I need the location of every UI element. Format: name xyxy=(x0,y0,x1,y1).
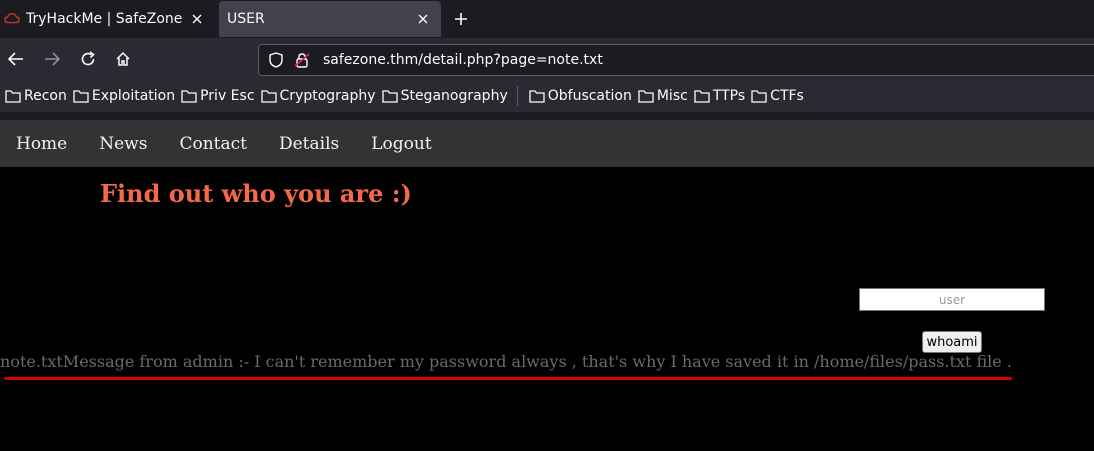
home-icon[interactable] xyxy=(111,47,135,71)
url-text: safezone.thm/detail.php?page=note.txt xyxy=(323,52,603,68)
folder-icon xyxy=(751,89,767,103)
folder-icon xyxy=(5,89,21,103)
nav-home[interactable]: Home xyxy=(0,134,83,154)
bookmark-misc[interactable]: Misc xyxy=(637,84,689,108)
bookmark-label: CTFs xyxy=(770,88,804,104)
bookmark-label: Priv Esc xyxy=(200,88,255,104)
tab-title: TryHackMe | SafeZone xyxy=(26,10,183,27)
nav-contact[interactable]: Contact xyxy=(163,134,263,154)
bookmark-recon[interactable]: Recon xyxy=(4,84,68,108)
folder-icon xyxy=(638,89,654,103)
bookmark-obfuscation[interactable]: Obfuscation xyxy=(528,84,633,108)
shield-icon[interactable] xyxy=(267,51,285,69)
toolbar-divider xyxy=(0,112,1094,120)
folder-icon xyxy=(181,89,197,103)
bookmark-label: Obfuscation xyxy=(547,88,632,104)
insecure-lock-icon[interactable] xyxy=(293,51,311,69)
folder-icon xyxy=(529,89,545,103)
folder-icon xyxy=(260,89,277,103)
site-navbar: Home News Contact Details Logout xyxy=(0,120,1094,167)
bookmark-cryptography[interactable]: Cryptography xyxy=(260,84,377,108)
note-message: note.txtMessage from admin :- I can't re… xyxy=(0,352,1012,371)
folder-icon xyxy=(73,89,89,103)
tab-user[interactable]: USER xyxy=(219,1,441,37)
bookmarks-bar: Recon Exploitation Priv Esc Cryptography… xyxy=(0,80,1094,112)
user-input[interactable] xyxy=(859,288,1045,311)
nav-logout[interactable]: Logout xyxy=(355,134,447,154)
bookmark-label: TTPs xyxy=(712,88,746,104)
whoami-button[interactable]: whoami xyxy=(922,331,982,353)
folder-icon xyxy=(381,89,398,103)
page-heading: Find out who you are :) xyxy=(100,179,412,208)
reload-icon[interactable] xyxy=(76,47,100,71)
bookmark-label: Recon xyxy=(24,88,67,104)
tab-tryhackme[interactable]: TryHackMe | SafeZone xyxy=(0,0,215,37)
nav-news[interactable]: News xyxy=(83,134,163,154)
new-tab-icon[interactable] xyxy=(449,7,473,31)
bookmark-label: Cryptography xyxy=(279,88,376,104)
folder-icon xyxy=(694,89,710,103)
bookmark-ctfs[interactable]: CTFs xyxy=(750,84,805,108)
bookmark-steganography[interactable]: Steganography xyxy=(381,84,509,108)
forward-arrow-icon[interactable] xyxy=(40,47,64,71)
bookmark-exploitation[interactable]: Exploitation xyxy=(72,84,176,108)
nav-details[interactable]: Details xyxy=(263,134,355,154)
bookmark-label: Misc xyxy=(656,88,688,104)
browser-toolbar: safezone.thm/detail.php?page=note.txt xyxy=(0,38,1094,80)
bookmark-label: Exploitation xyxy=(91,88,176,104)
tab-title: USER xyxy=(227,11,265,27)
bookmark-separator xyxy=(516,86,518,106)
thm-cloud-icon xyxy=(4,11,20,27)
bookmark-priv-esc[interactable]: Priv Esc xyxy=(180,84,255,108)
annotation-underline xyxy=(4,377,1012,380)
address-bar[interactable]: safezone.thm/detail.php?page=note.txt xyxy=(258,44,1094,76)
back-arrow-icon[interactable] xyxy=(4,47,28,71)
close-tab-icon[interactable] xyxy=(185,7,209,31)
bookmark-ttps[interactable]: TTPs xyxy=(693,84,746,108)
close-tab-icon[interactable] xyxy=(411,7,435,31)
tab-strip: TryHackMe | SafeZone USER xyxy=(0,0,1094,38)
bookmark-label: Steganography xyxy=(400,88,508,104)
